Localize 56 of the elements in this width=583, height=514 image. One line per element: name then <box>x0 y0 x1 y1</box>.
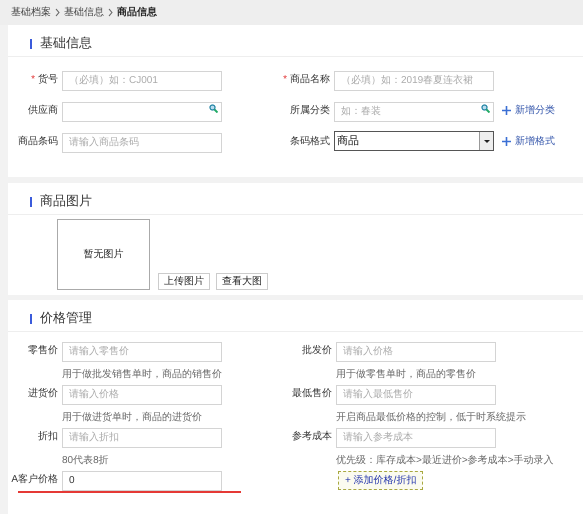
image-button[interactable]: 查看大图 <box>216 273 268 290</box>
search-field[interactable]: 如：春装 <box>334 102 494 122</box>
field-label: 批发价 <box>302 344 332 358</box>
breadcrumb-item[interactable]: 基础档案 <box>11 5 51 20</box>
add-price-button[interactable]: + 添加价格/折扣 <box>338 471 424 490</box>
add-link[interactable]: 新增格式 <box>502 134 555 148</box>
plus-icon <box>502 136 511 146</box>
field-label: 最低售价 <box>292 386 332 400</box>
search-icon <box>481 104 490 113</box>
plus-icon <box>502 106 511 114</box>
hint-text: 用于做批发销售单时，商品的销售价 <box>62 368 223 382</box>
search-field[interactable] <box>62 102 222 122</box>
chevron-right-icon <box>108 8 113 17</box>
input-field[interactable]: 请输入商品条码 <box>62 132 222 152</box>
accent-bar <box>30 39 32 49</box>
section-title: 基础信息 <box>40 34 92 52</box>
field-label: 供应商 <box>28 104 58 118</box>
image-button[interactable]: 上传图片 <box>158 273 210 290</box>
field-label: 货号 <box>38 72 58 86</box>
field-label: 商品条码 <box>18 134 58 148</box>
input-field[interactable]: 0 <box>62 470 222 490</box>
field-label: 商品名称 <box>290 72 330 86</box>
input-field[interactable]: 请输入价格 <box>336 342 496 362</box>
field-label: 零售价 <box>28 344 58 358</box>
input-field[interactable]: 请输入折扣 <box>62 428 222 448</box>
breadcrumb-item[interactable]: 商品信息 <box>117 5 157 20</box>
empty-image-text: 暂无图片 <box>84 248 124 262</box>
accent-bar <box>30 314 32 324</box>
field-label: 所属分类 <box>290 104 330 118</box>
add-link[interactable]: 新增分类 <box>502 102 555 118</box>
input-field[interactable]: 请输入最低售价 <box>336 384 496 404</box>
hint-text: 开启商品最低价格的控制，低于时系统提示 <box>336 410 527 425</box>
section-title: 商品图片 <box>40 192 92 210</box>
accent-bar <box>30 197 32 207</box>
hint-text: 用于做进货单时，商品的进货价 <box>62 410 203 425</box>
hint-text: 优先级：库存成本>最近进价>参考成本>手动录入 <box>336 454 555 468</box>
hint-text: 80代表8折 <box>62 454 110 468</box>
dropdown-arrow-icon <box>484 140 490 142</box>
breadcrumb-item[interactable]: 基础信息 <box>64 5 104 20</box>
input-field[interactable]: （必填）如：2019春夏连衣裙 <box>334 70 494 90</box>
hint-text: 用于做零售单时，商品的零售价 <box>336 368 477 382</box>
field-label: 条码格式 <box>290 134 330 148</box>
input-field[interactable]: 请输入参考成本 <box>336 428 496 448</box>
section-title: 价格管理 <box>40 308 92 326</box>
required-asterisk: * <box>31 72 35 86</box>
required-asterisk: * <box>283 72 287 86</box>
input-field[interactable]: 请输入价格 <box>62 384 222 404</box>
search-icon <box>209 104 218 113</box>
field-label: A客户价格 <box>11 472 58 486</box>
input-field[interactable]: （必填）如：CJ001 <box>62 70 222 90</box>
field-label: 参考成本 <box>292 430 332 444</box>
select-field[interactable]: 商品 <box>334 131 494 151</box>
chevron-right-icon <box>55 8 60 17</box>
field-label: 折扣 <box>38 430 58 444</box>
field-label: 进货价 <box>28 386 58 400</box>
input-field[interactable]: 请输入零售价 <box>62 342 222 362</box>
